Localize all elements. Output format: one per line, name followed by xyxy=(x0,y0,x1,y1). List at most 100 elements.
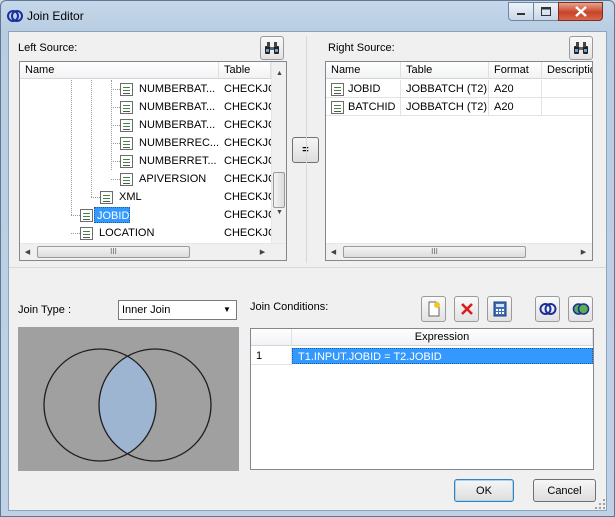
outer-join-button[interactable] xyxy=(568,296,593,322)
minimize-button[interactable] xyxy=(508,2,534,21)
red-x-icon xyxy=(460,303,473,315)
tree-row-table: CHECKJC xyxy=(224,155,271,167)
calculator-button[interactable] xyxy=(487,296,512,322)
tree-row[interactable]: NUMBERREC... CHECKJC xyxy=(20,134,271,152)
tree-line xyxy=(111,161,120,162)
new-condition-button[interactable] xyxy=(421,296,446,322)
list-item[interactable]: BATCHID JOBBATCH (T2) A20 xyxy=(326,98,592,116)
left-source-tree[interactable]: Name Table NUMBERBAT... CHECKJC NUMBERBA… xyxy=(19,61,287,261)
tree-row-table: CHECKJC xyxy=(224,101,271,113)
table-row[interactable]: 1 T1.INPUT.JOBID = T2.JOBID xyxy=(251,347,593,365)
join-venn-diagram xyxy=(18,327,239,471)
inner-join-icon xyxy=(539,303,556,315)
resize-grip-icon[interactable] xyxy=(594,498,606,510)
list-cell-name: JOBID xyxy=(326,80,401,98)
ok-button[interactable]: OK xyxy=(454,479,514,502)
left-col-name-header[interactable]: Name xyxy=(20,62,219,79)
close-button[interactable] xyxy=(558,2,603,21)
list-item[interactable]: JOBID JOBBATCH (T2) A20 xyxy=(326,80,592,98)
window-title: Join Editor xyxy=(27,9,84,23)
left-col-table-header[interactable]: Table xyxy=(219,62,271,79)
binoculars-icon xyxy=(574,42,588,54)
close-icon xyxy=(574,6,587,17)
maximize-button[interactable] xyxy=(533,2,559,21)
dialog-client-area: Left Source: Name Table NUMBERBAT... CHE… xyxy=(8,31,607,511)
tree-row-name: XML xyxy=(119,191,142,203)
tree-row-name: JOBID xyxy=(94,207,130,223)
maximize-icon xyxy=(541,7,551,16)
tree-row-table: CHECKJC xyxy=(224,173,271,185)
condition-expression[interactable]: T1.INPUT.JOBID = T2.JOBID xyxy=(292,348,593,364)
minimize-icon xyxy=(517,12,525,15)
left-vertical-scrollbar[interactable]: ▲ ▼ xyxy=(271,62,286,243)
join-conditions-grid[interactable]: Expression 1 T1.INPUT.JOBID = T2.JOBID xyxy=(250,328,594,470)
right-col-format-header[interactable]: Format xyxy=(489,62,542,79)
field-icon xyxy=(80,227,93,240)
tree-row-name: NUMBERBAT... xyxy=(139,101,216,113)
tree-row[interactable]: XML CHECKJC xyxy=(20,188,271,206)
field-icon xyxy=(120,101,133,114)
field-icon xyxy=(100,191,113,204)
scroll-left-arrow-icon[interactable]: ◀ xyxy=(326,245,341,260)
condition-number: 1 xyxy=(251,347,292,365)
tree-line xyxy=(111,125,120,126)
scroll-right-arrow-icon[interactable]: ▶ xyxy=(255,245,270,260)
tree-row[interactable]: LOCATION CHECKJC xyxy=(20,224,271,242)
join-editor-window: Join Editor Left Source: Name Table NUMB… xyxy=(0,0,615,517)
list-item-table: JOBBATCH (T2) xyxy=(401,98,489,116)
right-col-table-header[interactable]: Table xyxy=(401,62,489,79)
tree-row-selected[interactable]: JOBID CHECKJC xyxy=(20,206,271,224)
tree-line xyxy=(71,233,80,234)
tree-line xyxy=(111,107,120,108)
delete-condition-button[interactable] xyxy=(454,296,479,322)
right-source-label: Right Source: xyxy=(328,42,395,54)
field-icon xyxy=(120,155,133,168)
cancel-button[interactable]: Cancel xyxy=(533,479,596,502)
tree-row-name: NUMBERRET... xyxy=(139,155,217,167)
panel-divider xyxy=(306,36,307,263)
left-find-button[interactable] xyxy=(260,36,284,60)
left-horizontal-scrollbar[interactable]: ◀ III ▶ xyxy=(20,243,286,260)
scroll-up-arrow-icon[interactable]: ▲ xyxy=(272,66,286,81)
tree-row-name: LOCATION xyxy=(99,227,155,239)
tree-line xyxy=(111,143,120,144)
tree-row[interactable]: APIVERSION CHECKJC xyxy=(20,170,271,188)
scroll-down-arrow-icon[interactable]: ▼ xyxy=(272,205,286,220)
field-icon xyxy=(120,119,133,132)
right-horizontal-scrollbar[interactable]: ◀ III ▶ xyxy=(326,243,592,260)
tree-row[interactable]: NUMBERRET... CHECKJC xyxy=(20,152,271,170)
scroll-thumb[interactable]: III xyxy=(343,246,526,258)
right-find-button[interactable] xyxy=(569,36,593,60)
tree-row-table: CHECKJC xyxy=(224,119,271,131)
list-item-format: A20 xyxy=(489,98,542,116)
join-conditions-label: Join Conditions: xyxy=(250,301,329,313)
scroll-thumb[interactable]: III xyxy=(37,246,190,258)
tree-row[interactable]: NUMBERBAT... CHECKJC xyxy=(20,116,271,134)
scroll-thumb[interactable] xyxy=(273,172,285,208)
list-item-description xyxy=(542,98,592,116)
right-col-name-header[interactable]: Name xyxy=(326,62,401,79)
calculator-icon xyxy=(493,301,506,317)
field-icon xyxy=(331,101,344,114)
field-icon xyxy=(331,83,344,96)
tree-row-table: CHECKJC xyxy=(224,83,271,95)
conditions-col-expression-header[interactable]: Expression xyxy=(292,329,593,346)
tree-row-name: NUMBERBAT... xyxy=(139,119,216,131)
right-source-list[interactable]: Name Table Format Description JOBID JOBB… xyxy=(325,61,593,261)
join-type-value: Inner Join xyxy=(122,304,171,316)
tree-row-name: NUMBERBAT... xyxy=(139,83,216,95)
tree-line xyxy=(111,89,120,90)
join-type-select[interactable]: Inner Join ▼ xyxy=(118,300,237,320)
tree-row[interactable]: NUMBERBAT... CHECKJC xyxy=(20,80,271,98)
list-item-description xyxy=(542,80,592,98)
scroll-left-arrow-icon[interactable]: ◀ xyxy=(20,245,35,260)
join-type-label: Join Type : xyxy=(18,304,71,316)
inner-join-button[interactable] xyxy=(535,296,560,322)
tree-row[interactable]: NUMBERBAT... CHECKJC xyxy=(20,98,271,116)
title-bar: Join Editor xyxy=(1,1,614,31)
field-icon xyxy=(120,173,133,186)
new-document-icon xyxy=(428,301,440,317)
scroll-right-arrow-icon[interactable]: ▶ xyxy=(576,245,591,260)
right-col-description-header[interactable]: Description xyxy=(542,62,592,79)
left-source-label: Left Source: xyxy=(18,42,78,54)
